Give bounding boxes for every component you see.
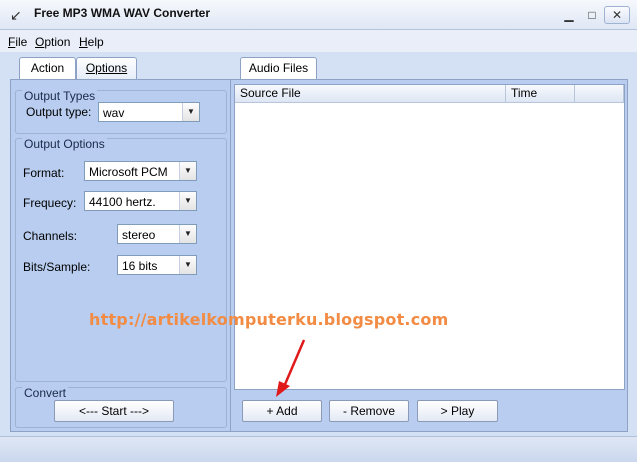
minimize-button[interactable]: ▁ — [560, 7, 578, 23]
output-options-group: Output Options Format: Microsoft PCM ▼ F… — [15, 137, 227, 382]
chevron-down-icon[interactable]: ▼ — [179, 225, 196, 243]
chevron-down-icon[interactable]: ▼ — [182, 103, 199, 121]
watermark-url: http://artikelkomputerku.blogspot.com — [89, 310, 449, 329]
menu-bar: File Option Help — [0, 30, 637, 52]
play-button[interactable]: > Play — [417, 400, 498, 422]
close-button[interactable]: ✕ — [604, 6, 630, 24]
convert-group: Convert <--- Start ---> — [15, 386, 227, 428]
remove-button[interactable]: - Remove — [329, 400, 409, 422]
status-bar — [0, 436, 637, 462]
channels-value: stereo — [122, 228, 156, 242]
format-select[interactable]: Microsoft PCM ▼ — [84, 161, 197, 181]
menu-help[interactable]: Help — [79, 35, 104, 49]
column-header-source-file[interactable]: Source File — [235, 85, 506, 103]
channels-select[interactable]: stereo ▼ — [117, 224, 197, 244]
tab-options[interactable]: Options — [76, 57, 137, 79]
bits-value: 16 bits — [122, 259, 158, 273]
format-value: Microsoft PCM — [89, 165, 168, 179]
output-types-title: Output Types — [22, 89, 98, 103]
chevron-down-icon[interactable]: ▼ — [179, 256, 196, 274]
chevron-down-icon[interactable]: ▼ — [179, 192, 196, 210]
output-type-label: Output type: — [26, 105, 92, 119]
format-label: Format: — [23, 166, 65, 180]
window-title: Free MP3 WMA WAV Converter — [34, 6, 211, 20]
bits-select[interactable]: 16 bits ▼ — [117, 255, 197, 275]
maximize-button[interactable]: □ — [583, 7, 601, 23]
frequency-select[interactable]: 44100 hertz. ▼ — [84, 191, 197, 211]
bits-label: Bits/Sample: — [23, 260, 91, 274]
chevron-down-icon[interactable]: ▼ — [179, 162, 196, 180]
start-button[interactable]: <--- Start ---> — [54, 400, 174, 422]
tab-options-label: Options — [85, 61, 128, 75]
frequency-label: Frequecy: — [23, 196, 77, 210]
title-bar[interactable]: ↙ Free MP3 WMA WAV Converter ▁ □ ✕ — [0, 0, 637, 30]
column-header-filler — [575, 85, 624, 103]
menu-file[interactable]: File — [8, 35, 27, 49]
column-header-time[interactable]: Time — [506, 85, 575, 103]
frequency-value: 44100 hertz. — [89, 195, 156, 209]
output-types-group: Output Types Output type: wav ▼ — [15, 89, 227, 134]
red-arrow-icon — [276, 339, 306, 397]
channels-label: Channels: — [23, 229, 78, 243]
output-type-value: wav — [103, 106, 125, 120]
output-type-select[interactable]: wav ▼ — [98, 102, 200, 122]
convert-title: Convert — [22, 386, 69, 400]
tab-audio-files[interactable]: Audio Files — [240, 57, 317, 81]
app-icon: ↙ — [10, 7, 22, 23]
output-options-title: Output Options — [22, 137, 107, 151]
tab-action[interactable]: Action — [19, 57, 76, 81]
menu-option[interactable]: Option — [35, 35, 70, 49]
left-panel: Output Types Output type: wav ▼ Output O… — [10, 79, 231, 432]
app-window: ↙ Free MP3 WMA WAV Converter ▁ □ ✕ File … — [0, 0, 637, 462]
